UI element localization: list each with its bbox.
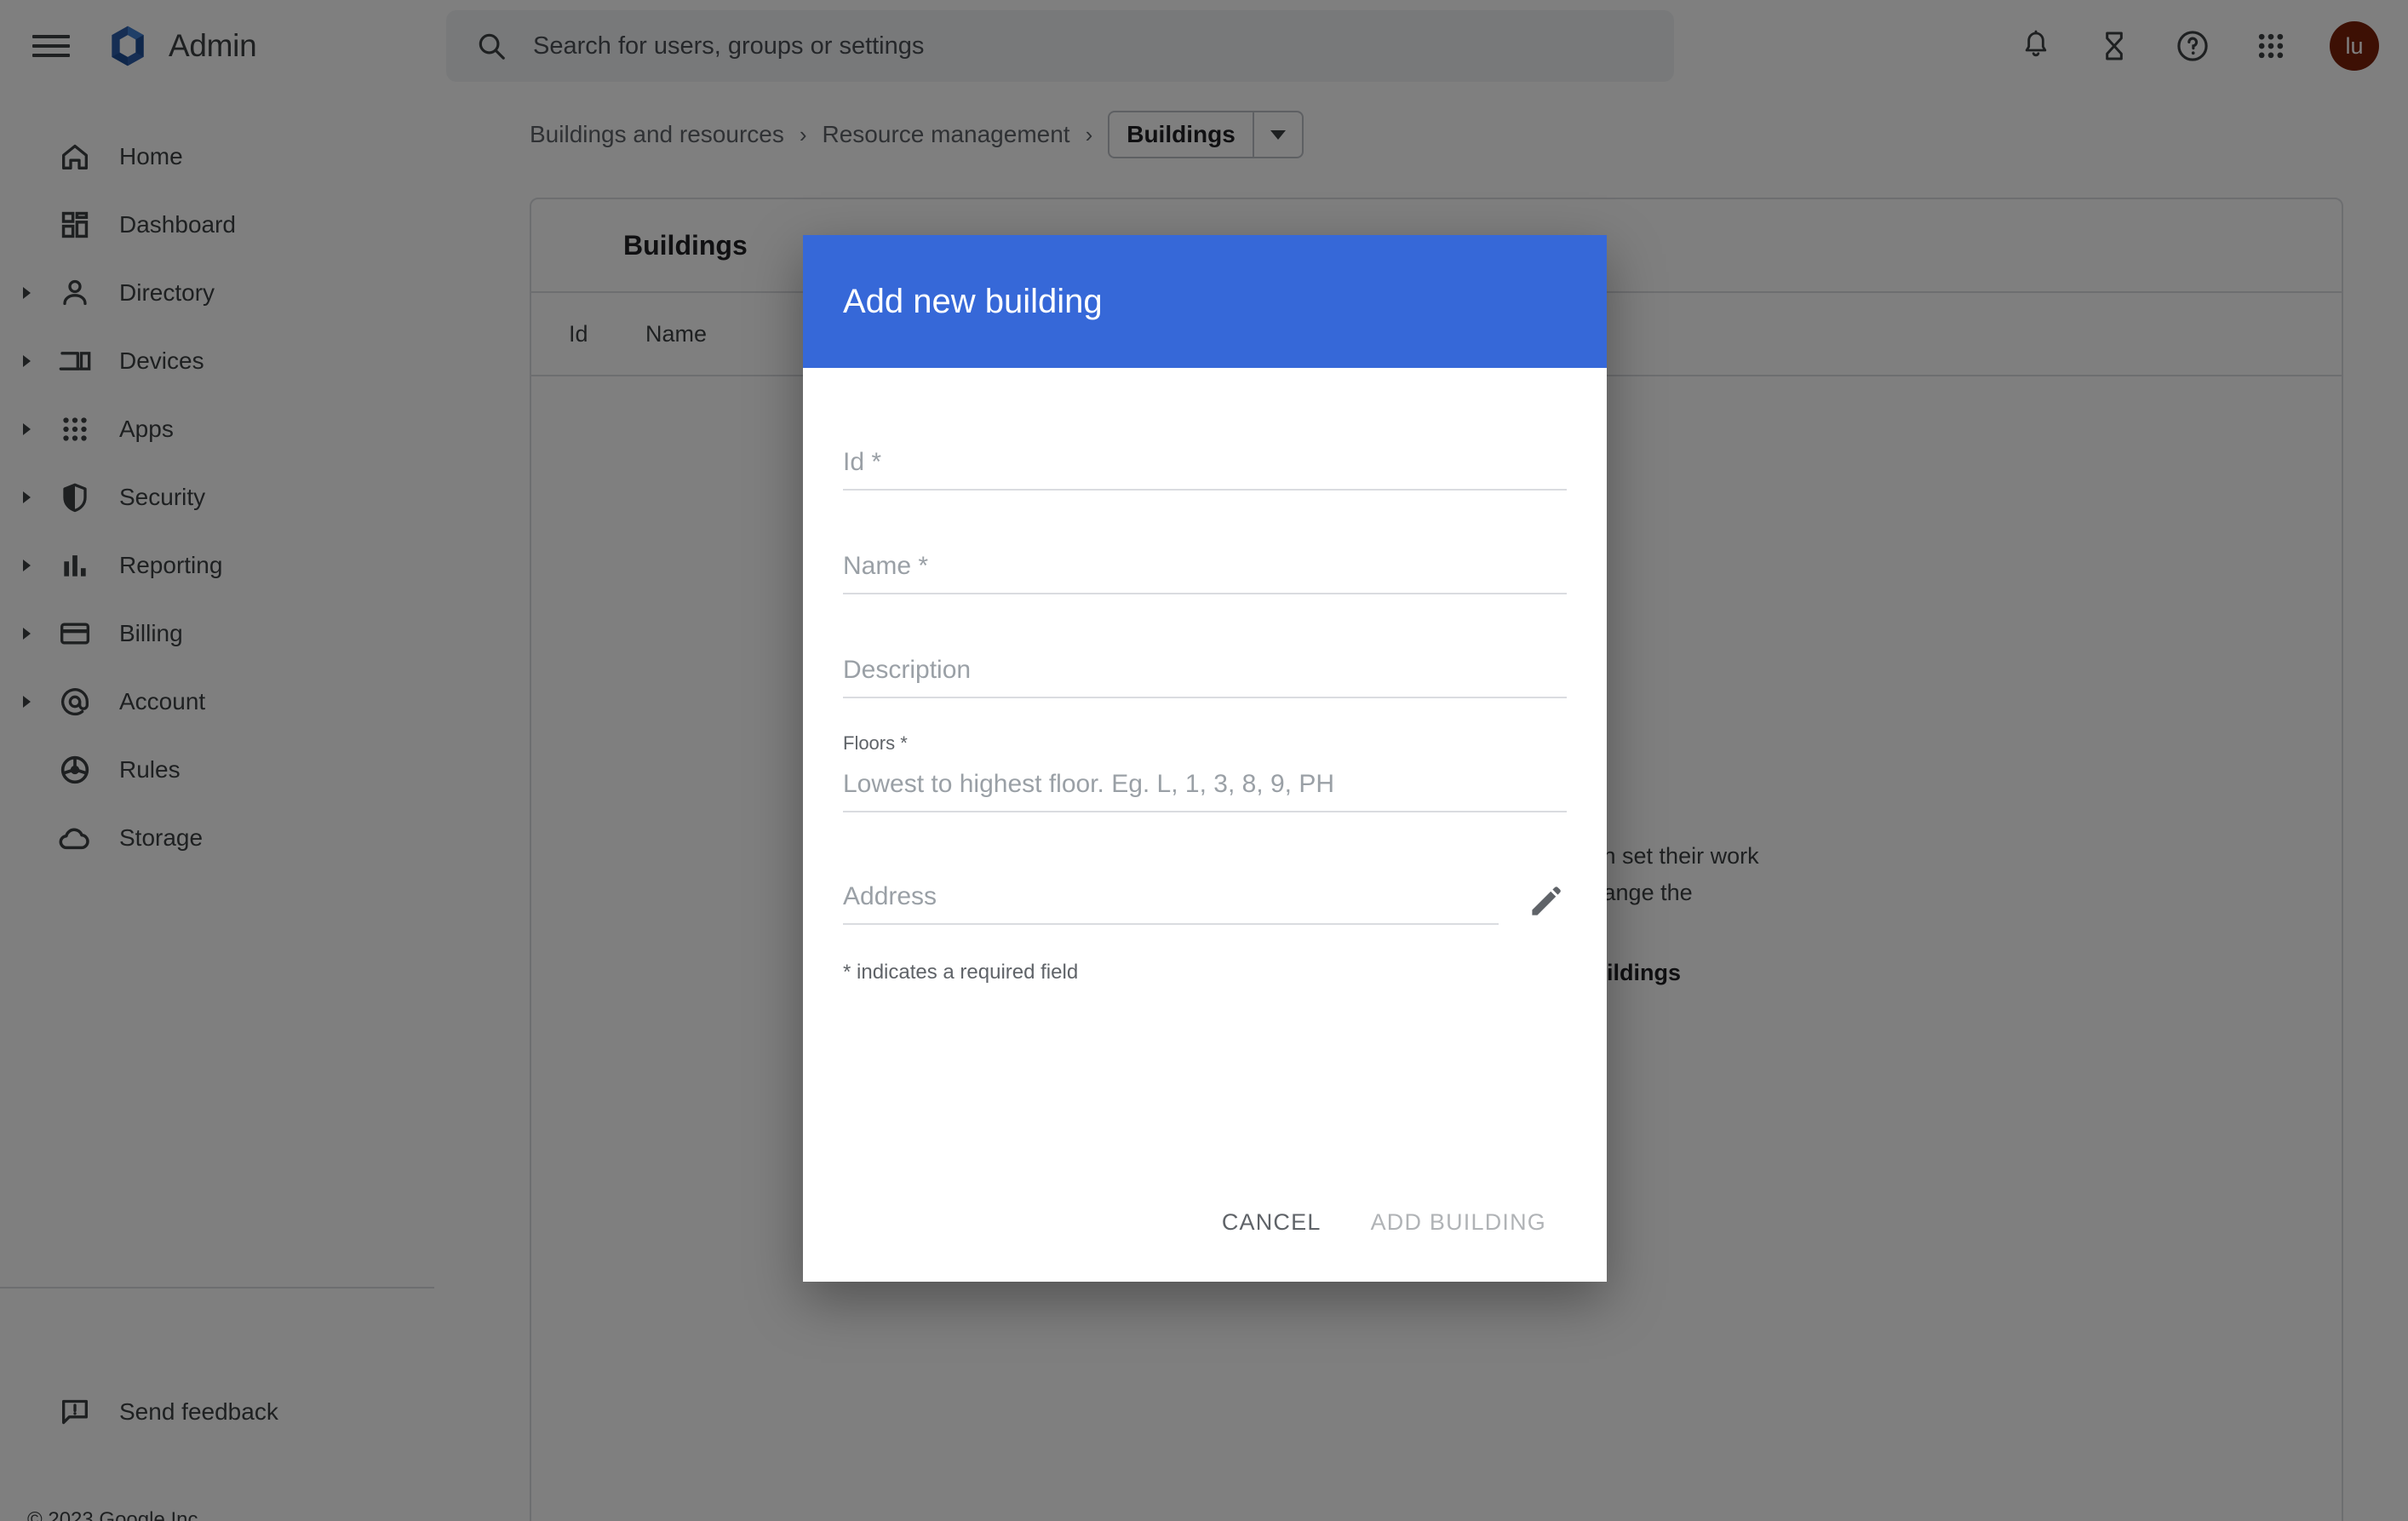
building-floors-input[interactable]	[843, 770, 1567, 812]
building-address-row	[843, 881, 1567, 925]
cancel-button[interactable]: CANCEL	[1201, 1194, 1342, 1251]
add-building-button[interactable]: ADD BUILDING	[1350, 1194, 1567, 1251]
building-address-input[interactable]	[843, 882, 1499, 925]
building-description-input[interactable]	[843, 656, 1567, 698]
building-id-field	[843, 448, 1567, 491]
pencil-edit-icon[interactable]	[1524, 881, 1567, 923]
building-floors-field: Floors *	[843, 732, 1567, 812]
admin-console-page: Admin	[0, 0, 2408, 1521]
dialog-actions: CANCEL ADD BUILDING	[1201, 1194, 1567, 1251]
dialog-header: Add new building	[803, 235, 1607, 368]
dialog-title: Add new building	[843, 283, 1103, 321]
dialog-body: Floors * * indicates a required field	[803, 368, 1607, 984]
building-name-input[interactable]	[843, 552, 1567, 594]
building-description-field	[843, 656, 1567, 698]
add-new-building-dialog: Add new building Floors *	[803, 235, 1607, 1282]
building-address-field	[843, 882, 1499, 925]
building-floors-label: Floors *	[843, 732, 1567, 755]
required-field-note: * indicates a required field	[843, 961, 1567, 984]
building-id-input[interactable]	[843, 448, 1567, 491]
building-name-field	[843, 552, 1567, 594]
